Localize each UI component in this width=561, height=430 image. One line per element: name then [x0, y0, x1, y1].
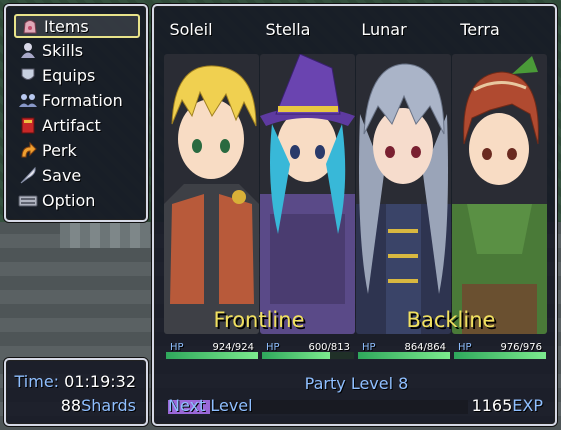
keyboard-icon [18, 191, 38, 209]
portrait-terra[interactable] [452, 54, 547, 334]
hp-bar [454, 352, 546, 359]
menu-item-equips[interactable]: Equips [14, 63, 140, 87]
member-name-stella: Stella [265, 20, 311, 39]
member-name-lunar: Lunar [361, 20, 407, 39]
member-name-soleil: Soleil [169, 20, 213, 39]
menu-item-save[interactable]: Save [14, 163, 140, 187]
stone-wall [60, 222, 150, 248]
hp-value: 864/864 [404, 342, 446, 353]
hp-bar [166, 352, 258, 359]
hp-label: HP [266, 342, 280, 353]
hp-gauge-stella: HP 600/813 [262, 342, 354, 360]
menu-item-formation[interactable]: Formation [14, 88, 140, 112]
menu-item-artifact[interactable]: Artifact [14, 113, 140, 137]
frontline-label: Frontline [213, 308, 305, 332]
skills-icon [18, 41, 38, 59]
exp-readout: 1165EXP [472, 396, 543, 415]
bag-icon [20, 17, 40, 35]
party-window: Soleil Stella Lunar Terra Frontline Back… [152, 4, 557, 426]
exp-unit: EXP [512, 396, 543, 415]
hp-gauge-soleil: HP 924/924 [166, 342, 258, 360]
menu-item-option[interactable]: Option [14, 188, 140, 212]
portrait-stella[interactable] [260, 54, 355, 334]
hp-value: 976/976 [500, 342, 542, 353]
member-name-terra: Terra [460, 20, 500, 39]
quill-icon [18, 166, 38, 184]
shards-value: 88 [60, 396, 82, 415]
party-level: Party Level 8 [304, 374, 409, 393]
time-label: Time: [14, 372, 60, 391]
shards-count: 88Shards [61, 396, 136, 415]
hp-value: 924/924 [212, 342, 254, 353]
armor-icon [18, 66, 38, 84]
hp-gauge-lunar: HP 864/864 [358, 342, 450, 360]
menu-item-perk[interactable]: Perk [14, 138, 140, 162]
hp-label: HP [458, 342, 472, 353]
hp-bar [358, 352, 450, 359]
portrait-lunar[interactable] [356, 54, 451, 334]
formation-icon [18, 91, 38, 109]
menu-item-skills[interactable]: Skills [14, 38, 140, 62]
menu-item-items[interactable]: Items [14, 14, 140, 38]
hp-gauge-terra: HP 976/976 [454, 342, 546, 360]
hp-label: HP [362, 342, 376, 353]
shards-label: Shards [81, 396, 136, 415]
status-window: Time: 01:19:32 88Shards [4, 358, 148, 426]
play-time: Time: 01:19:32 [15, 372, 137, 391]
backline-label: Backline [406, 308, 496, 332]
artifact-book-icon [18, 116, 38, 134]
time-value: 01:19:32 [64, 372, 136, 391]
exp-value: 1165 [471, 396, 513, 415]
portrait-soleil[interactable] [164, 54, 259, 334]
hp-value: 600/813 [308, 342, 350, 353]
hp-bar [262, 352, 330, 359]
perk-arrow-icon [18, 141, 38, 159]
command-window: Items Skills Equips Formation Artifact P… [4, 4, 148, 222]
next-level-label: Next Level [168, 396, 253, 415]
hp-label: HP [170, 342, 184, 353]
